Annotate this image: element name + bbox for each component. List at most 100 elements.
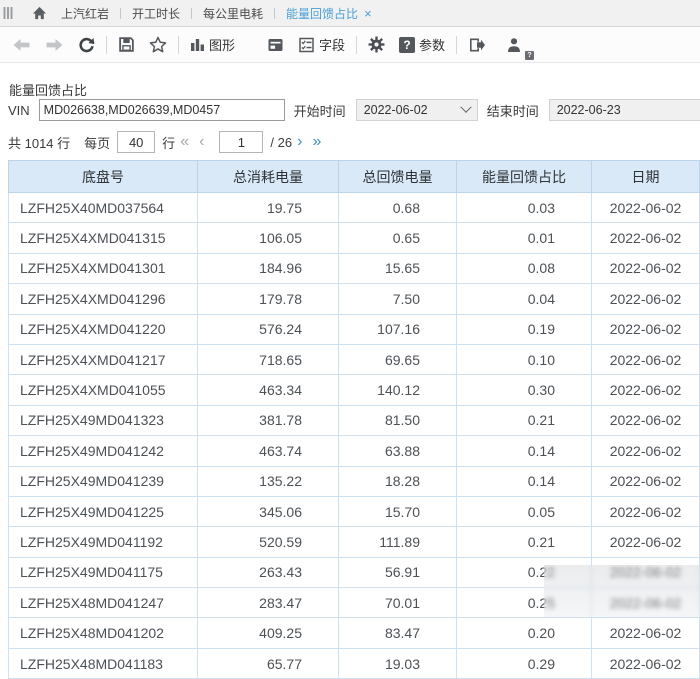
table-row[interactable]: LZFH25X49MD041242463.7463.880.142022-06-…: [9, 436, 700, 466]
back-button[interactable]: [5, 32, 38, 58]
date-cell: 2022-06-02: [592, 193, 700, 223]
consumed-cell: 65.77: [198, 648, 339, 678]
consumed-cell: 106.05: [198, 223, 339, 253]
table-row[interactable]: LZFH25X4XMD041220576.24107.160.192022-06…: [9, 314, 700, 344]
table-row[interactable]: LZFH25X40MD03756419.750.680.032022-06-02: [9, 193, 700, 223]
chassis-cell: LZFH25X49MD041239: [9, 466, 198, 496]
tab-shanghai-hongyan[interactable]: 上汽红岩: [50, 5, 120, 22]
ratio-cell: 0.21: [457, 405, 592, 435]
date-cell: 2022-06-02: [592, 314, 700, 344]
menu-icon[interactable]: [1, 4, 15, 22]
returned-cell: 0.68: [339, 193, 457, 223]
toolbar: 图形 字段 ? 参数 ?: [0, 27, 700, 63]
last-page-icon[interactable]: »: [312, 134, 321, 150]
date-cell: 2022-06-02: [592, 466, 700, 496]
refresh-icon: [78, 36, 95, 53]
date-cell: 2022-06-02: [592, 375, 700, 405]
forward-button[interactable]: [38, 32, 71, 58]
table-row[interactable]: LZFH25X4XMD041217718.6569.650.102022-06-…: [9, 344, 700, 374]
ratio-cell: 0.19: [457, 314, 592, 344]
filter-bar: VIN 开始时间 2022-06-02 结束时间 2022-06-23: [8, 98, 700, 122]
table-row[interactable]: LZFH25X49MD041239135.2218.280.142022-06-…: [9, 466, 700, 496]
fields-button-label: 字段: [319, 35, 345, 54]
user-button[interactable]: ?: [499, 32, 530, 58]
column-header-consumed[interactable]: 总消耗电量: [198, 161, 339, 193]
tab-close-icon[interactable]: ×: [362, 6, 378, 21]
per-page-label: 每页: [84, 133, 110, 152]
end-time-input[interactable]: 2022-06-23: [549, 99, 700, 121]
date-cell: 2022-06-02: [592, 557, 700, 587]
tab-per-km-consumption[interactable]: 每公里电耗: [192, 5, 274, 22]
returned-cell: 70.01: [339, 588, 457, 618]
consumed-cell: 520.59: [198, 527, 339, 557]
date-cell: 2022-06-02: [592, 648, 700, 678]
column-header-ratio[interactable]: 能量回馈占比: [457, 161, 592, 193]
report-panel-button[interactable]: [260, 32, 291, 58]
bar-chart-icon: [190, 37, 205, 52]
table-row[interactable]: LZFH25X4XMD041296179.787.500.042022-06-0…: [9, 284, 700, 314]
refresh-button[interactable]: [71, 32, 102, 58]
consumed-cell: 576.24: [198, 314, 339, 344]
chassis-cell: LZFH25X4XMD041296: [9, 284, 198, 314]
start-time-select[interactable]: 2022-06-02: [356, 99, 478, 121]
row-unit-label: 行: [162, 133, 175, 152]
start-time-label: 开始时间: [294, 101, 346, 120]
returned-cell: 0.65: [339, 223, 457, 253]
table-row[interactable]: LZFH25X49MD041175263.4356.910.222022-06-…: [9, 557, 700, 587]
next-page-icon[interactable]: ›: [297, 134, 302, 150]
returned-cell: 19.03: [339, 648, 457, 678]
first-page-icon[interactable]: «: [180, 134, 189, 150]
table-row[interactable]: LZFH25X4XMD041055463.34140.120.302022-06…: [9, 375, 700, 405]
home-icon[interactable]: [29, 4, 50, 22]
vin-input[interactable]: [39, 99, 285, 121]
table-row[interactable]: LZFH25X49MD041323381.7881.500.212022-06-…: [9, 405, 700, 435]
toolbar-separator: [356, 36, 357, 54]
back-arrow-icon: [12, 38, 31, 52]
total-rows-text: 共 1014 行: [8, 133, 70, 152]
chart-button[interactable]: 图形: [183, 32, 242, 58]
save-button[interactable]: [111, 32, 142, 58]
date-cell: 2022-06-02: [592, 284, 700, 314]
page-size-input[interactable]: [117, 131, 155, 153]
favorite-button[interactable]: [142, 32, 174, 58]
table-row[interactable]: LZFH25X48MD041247283.4770.010.252022-06-…: [9, 588, 700, 618]
star-icon: [149, 36, 167, 53]
fields-button[interactable]: 字段: [291, 32, 352, 58]
returned-cell: 69.65: [339, 344, 457, 374]
ratio-cell: 0.08: [457, 253, 592, 283]
table-row[interactable]: LZFH25X49MD041192520.59111.890.212022-06…: [9, 527, 700, 557]
ratio-cell: 0.20: [457, 618, 592, 648]
column-header-date[interactable]: 日期: [592, 161, 700, 193]
chassis-cell: LZFH25X48MD041183: [9, 648, 198, 678]
returned-cell: 81.50: [339, 405, 457, 435]
returned-cell: 83.47: [339, 618, 457, 648]
ratio-cell: 0.03: [457, 193, 592, 223]
parameters-button-label: 参数: [419, 35, 445, 54]
ratio-cell: 0.29: [457, 648, 592, 678]
table-row[interactable]: LZFH25X4XMD041301184.9615.650.082022-06-…: [9, 253, 700, 283]
prev-page-icon[interactable]: ‹: [199, 134, 204, 150]
table-row[interactable]: LZFH25X48MD041202409.2583.470.202022-06-…: [9, 618, 700, 648]
table-row[interactable]: LZFH25X48MD04118365.7719.030.292022-06-0…: [9, 648, 700, 678]
page-number-input[interactable]: [219, 131, 263, 153]
ratio-cell: 0.14: [457, 436, 592, 466]
table-row[interactable]: LZFH25X49MD041225345.0615.700.052022-06-…: [9, 496, 700, 526]
tab-work-duration[interactable]: 开工时长: [121, 5, 191, 22]
export-button[interactable]: [461, 32, 493, 58]
parameters-button[interactable]: ? 参数: [392, 32, 452, 58]
column-header-returned[interactable]: 总回馈电量: [339, 161, 457, 193]
tab-energy-feedback-ratio[interactable]: 能量回馈占比: [275, 5, 362, 22]
ratio-cell: 0.01: [457, 223, 592, 253]
column-header-chassis[interactable]: 底盘号: [9, 161, 198, 193]
save-icon: [118, 36, 135, 53]
consumed-cell: 283.47: [198, 588, 339, 618]
settings-button[interactable]: [361, 32, 392, 58]
page-total-text: / 26: [270, 135, 292, 150]
chassis-cell: LZFH25X49MD041175: [9, 557, 198, 587]
consumed-cell: 19.75: [198, 193, 339, 223]
table-row[interactable]: LZFH25X4XMD041315106.050.650.012022-06-0…: [9, 223, 700, 253]
chassis-cell: LZFH25X48MD041247: [9, 588, 198, 618]
consumed-cell: 381.78: [198, 405, 339, 435]
date-cell: 2022-06-02: [592, 344, 700, 374]
returned-cell: 18.28: [339, 466, 457, 496]
